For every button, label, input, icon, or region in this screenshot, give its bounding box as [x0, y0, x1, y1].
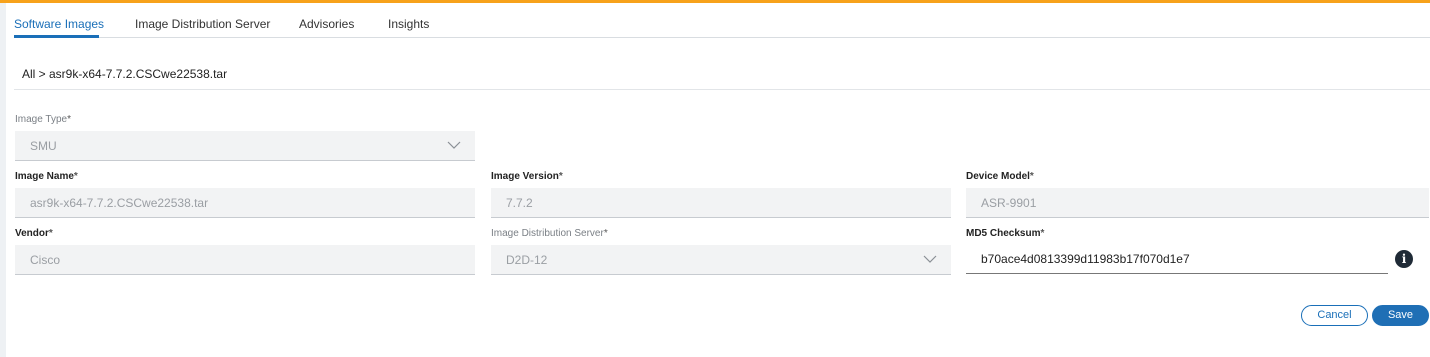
active-tab-indicator — [14, 35, 99, 38]
header-divider — [14, 89, 1430, 90]
image-distribution-server-value: D2D-12 — [506, 253, 548, 267]
image-type-value: SMU — [30, 139, 57, 153]
md5-checksum-input[interactable]: b70ace4d0813399d11983b17f070d1e7 — [966, 244, 1388, 274]
vendor-field[interactable]: Cisco — [15, 245, 475, 275]
chevron-down-icon — [447, 141, 461, 149]
md5-checksum-label: MD5 Checksum* — [966, 228, 1045, 239]
breadcrumb: All > asr9k-x64-7.7.2.CSCwe22538.tar — [22, 67, 228, 81]
vendor-value: Cisco — [30, 253, 61, 267]
image-type-select[interactable]: SMU — [15, 131, 475, 161]
image-version-label: Image Version* — [491, 171, 563, 182]
tab-advisories[interactable]: Advisories — [299, 17, 354, 31]
tab-image-distribution-server[interactable]: Image Distribution Server — [135, 17, 270, 31]
md5-checksum-value: b70ace4d0813399d11983b17f070d1e7 — [981, 252, 1190, 266]
cancel-button[interactable]: Cancel — [1301, 305, 1368, 326]
chevron-down-icon — [923, 255, 937, 263]
image-version-value: 7.7.2 — [506, 196, 533, 210]
image-name-value: asr9k-x64-7.7.2.CSCwe22538.tar — [30, 196, 209, 210]
save-button[interactable]: Save — [1372, 305, 1429, 326]
left-edge-strip — [0, 3, 6, 357]
device-model-field[interactable]: ASR-9901 — [966, 188, 1429, 218]
device-model-value: ASR-9901 — [981, 196, 1037, 210]
tab-insights[interactable]: Insights — [388, 17, 429, 31]
tab-bar: Software Images Image Distribution Serve… — [14, 3, 1430, 38]
info-icon[interactable]: i — [1395, 250, 1413, 268]
image-name-field[interactable]: asr9k-x64-7.7.2.CSCwe22538.tar — [15, 188, 475, 218]
image-type-label: Image Type* — [15, 114, 71, 125]
tab-software-images[interactable]: Software Images — [14, 17, 104, 31]
image-distribution-server-select[interactable]: D2D-12 — [491, 245, 951, 275]
device-model-label: Device Model* — [966, 171, 1034, 182]
vendor-label: Vendor* — [15, 228, 53, 239]
image-name-label: Image Name* — [15, 171, 78, 182]
image-version-field[interactable]: 7.7.2 — [491, 188, 951, 218]
image-distribution-server-label: Image Distribution Server* — [491, 228, 608, 239]
